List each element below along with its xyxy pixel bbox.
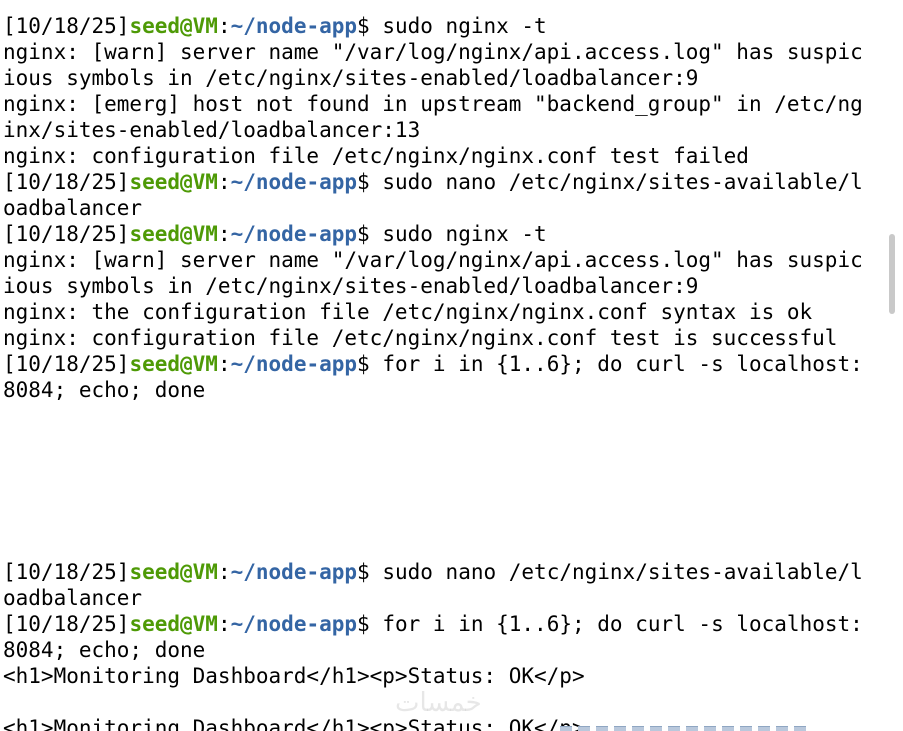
terminal-output-line: oadbalancer bbox=[3, 586, 143, 610]
taskbar-app-icon[interactable] bbox=[794, 726, 806, 731]
prompt-separator: : bbox=[217, 352, 231, 376]
prompt-command: for i in {1..6}; do curl -s localhost: bbox=[382, 612, 863, 636]
terminal-line-cut bbox=[3, 0, 888, 13]
terminal-window[interactable]: [10/18/25]seed@VM:~/node-app$ sudo nginx… bbox=[0, 0, 903, 731]
prompt-user: seed@VM bbox=[129, 170, 218, 194]
prompt-user: seed@VM bbox=[129, 612, 218, 636]
prompt-path: ~/node-app bbox=[230, 170, 358, 194]
prompt-dollar: $ bbox=[357, 352, 383, 376]
taskbar-app-icon[interactable] bbox=[758, 726, 770, 731]
prompt-dollar: $ bbox=[357, 170, 383, 194]
terminal-prompt-line: [10/18/25]seed@VM:~/node-app$ sudo nginx… bbox=[3, 221, 888, 247]
prompt-date: [10/18/25] bbox=[3, 352, 130, 376]
prompt-user: seed@VM bbox=[129, 222, 218, 246]
taskbar-app-icon[interactable] bbox=[614, 726, 626, 731]
prompt-command: sudo nano /etc/nginx/sites-available/l bbox=[382, 170, 863, 194]
prompt-command: sudo nano /etc/nginx/sites-available/l bbox=[382, 560, 863, 584]
prompt-user: seed@VM bbox=[129, 352, 218, 376]
terminal-prompt-line: [10/18/25]seed@VM:~/node-app$ for i in {… bbox=[3, 611, 888, 637]
taskbar-app-icon[interactable] bbox=[776, 726, 788, 731]
terminal-output-line: nginx: configuration file /etc/nginx/ngi… bbox=[3, 144, 749, 168]
taskbar-app-icon[interactable] bbox=[686, 726, 698, 731]
scrollbar-thumb[interactable] bbox=[889, 234, 895, 314]
terminal-output-line: 8084; echo; done bbox=[3, 638, 206, 662]
prompt-separator: : bbox=[217, 612, 231, 636]
terminal-output-line: oadbalancer bbox=[3, 196, 143, 220]
prompt-date: [10/18/25] bbox=[3, 14, 130, 38]
taskbar-app-icon[interactable] bbox=[704, 726, 716, 731]
terminal-output-line: nginx: [warn] server name "/var/log/ngin… bbox=[3, 248, 863, 272]
prompt-date: [10/18/25] bbox=[3, 560, 130, 584]
taskbar-icons-strip bbox=[560, 726, 860, 731]
prompt-date: [10/18/25] bbox=[3, 170, 130, 194]
terminal-prompt-line: [10/18/25]seed@VM:~/node-app$ sudo nano … bbox=[3, 169, 888, 195]
prompt-path: ~/node-app bbox=[230, 560, 358, 584]
prompt-user: seed@VM bbox=[129, 14, 218, 38]
prompt-date: [10/18/25] bbox=[3, 612, 130, 636]
taskbar-app-icon[interactable] bbox=[722, 726, 734, 731]
terminal-output-line: nginx: [emerg] host not found in upstrea… bbox=[3, 92, 863, 116]
prompt-path: ~/node-app bbox=[230, 612, 358, 636]
prompt-command: sudo nginx -t bbox=[382, 14, 547, 38]
taskbar-app-icon[interactable] bbox=[596, 726, 608, 731]
terminal-prompt-line: [10/18/25]seed@VM:~/node-app$ sudo nano … bbox=[3, 559, 888, 585]
terminal-output-line: inx/sites-enabled/loadbalancer:13 bbox=[3, 118, 421, 142]
terminal-output-line: ious symbols in /etc/nginx/sites-enabled… bbox=[3, 274, 699, 298]
terminal-output-line: ious symbols in /etc/nginx/sites-enabled… bbox=[3, 66, 699, 90]
prompt-separator: : bbox=[217, 170, 231, 194]
prompt-separator: : bbox=[217, 14, 231, 38]
prompt-path: ~/node-app bbox=[230, 14, 358, 38]
prompt-separator: : bbox=[217, 560, 231, 584]
terminal-prompt-line: [10/18/25]seed@VM:~/node-app$ sudo nginx… bbox=[3, 13, 888, 39]
taskbar-app-icon[interactable] bbox=[578, 726, 590, 731]
prompt-dollar: $ bbox=[357, 14, 383, 38]
prompt-date: [10/18/25] bbox=[3, 222, 130, 246]
terminal-output-line: nginx: the configuration file /etc/nginx… bbox=[3, 300, 813, 324]
prompt-path: ~/node-app bbox=[230, 352, 358, 376]
scrollbar-track[interactable] bbox=[887, 0, 903, 731]
taskbar-app-icon[interactable] bbox=[668, 726, 680, 731]
prompt-dollar: $ bbox=[357, 560, 383, 584]
prompt-separator: : bbox=[217, 222, 231, 246]
taskbar-app-icon[interactable] bbox=[650, 726, 662, 731]
prompt-dollar: $ bbox=[357, 612, 383, 636]
taskbar-app-icon[interactable] bbox=[740, 726, 752, 731]
terminal-output-line: <h1>Monitoring Dashboard</h1><p>Status: … bbox=[3, 664, 585, 688]
prompt-path: ~/node-app bbox=[230, 222, 358, 246]
terminal-output-line: nginx: [warn] server name "/var/log/ngin… bbox=[3, 40, 863, 64]
prompt-dollar: $ bbox=[357, 222, 383, 246]
terminal-output-line: nginx: configuration file /etc/nginx/ngi… bbox=[3, 326, 838, 350]
prompt-command: sudo nginx -t bbox=[382, 222, 547, 246]
terminal-output: [10/18/25]seed@VM:~/node-app$ sudo nginx… bbox=[3, 0, 888, 731]
terminal-output-line: 8084; echo; done bbox=[3, 378, 206, 402]
terminal-prompt-line: [10/18/25]seed@VM:~/node-app$ for i in {… bbox=[3, 351, 888, 377]
taskbar-app-icon[interactable] bbox=[560, 726, 572, 731]
prompt-command: for i in {1..6}; do curl -s localhost: bbox=[382, 352, 863, 376]
taskbar-app-icon[interactable] bbox=[632, 726, 644, 731]
prompt-user: seed@VM bbox=[129, 560, 218, 584]
